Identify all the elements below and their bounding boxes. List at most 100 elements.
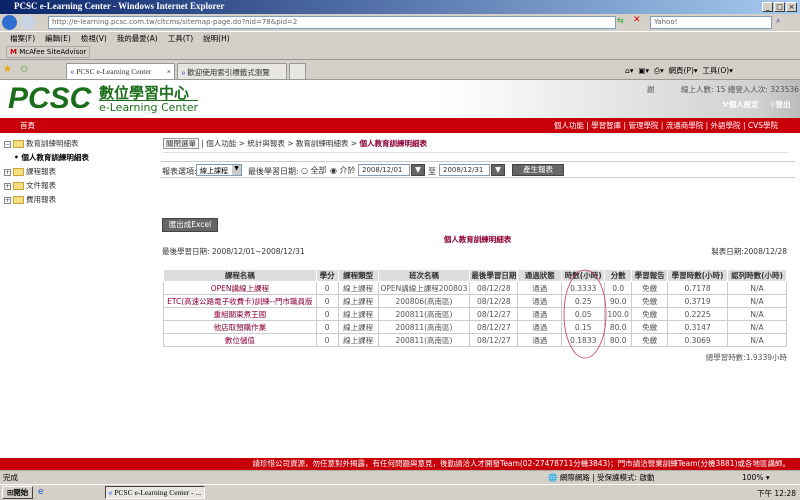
minimize-button[interactable]: _ [762,2,773,12]
search-icon[interactable]: ⌕ [776,16,780,26]
command-bar: ⌂▾ ▣▾ ⎙▾ 網頁(P)▾ 工具(O)▾ [625,66,733,75]
start-button[interactable]: ⊞開始 [2,486,34,499]
close-window-button[interactable]: × [786,2,797,12]
table-row: 數位儲值 0 線上課程 200811(高南區) 08/12/27 通過 0.1833 80.0… [163,333,787,347]
settings-link[interactable]: ⚒個人設定 [722,99,759,110]
menu-view[interactable]: 檢視(V) [81,34,107,43]
menu-tools[interactable]: 工具(T) [168,34,193,43]
course-name-link[interactable]: OPEN講線上課程 [163,281,317,295]
export-excel-button[interactable]: 匯出成Excel [162,218,218,232]
radio-between[interactable]: ◉ 介於 [330,165,356,176]
from-date-picker[interactable]: ▼ [411,164,425,176]
expand-icon[interactable]: + [4,168,11,176]
mcafee-button[interactable]: M McAfee SiteAdvisor [6,46,91,58]
forward-button[interactable] [20,15,35,30]
zoom-control[interactable]: 100% ▾ [742,471,770,485]
table-cell: 0 [315,294,339,308]
table-cell: 08/12/27 [469,307,519,321]
back-button[interactable] [2,15,17,30]
settings-label: 個人設定 [728,100,759,109]
to-date-picker[interactable]: ▼ [491,164,505,176]
add-favorite-icon[interactable]: ✩ [20,64,28,75]
column-header: 課程類型 [337,269,379,282]
tree-item-training[interactable]: − 教育訓練明細表 [4,138,79,149]
table-cell: 通過 [517,320,563,334]
tree-label: 課程報表 [26,167,56,176]
tree-item-personal-training[interactable]: • 個人教育訓練明細表 [14,152,89,163]
tab-label: PCSC e-Learning Center [76,67,152,76]
print-icon[interactable]: ⎙▾ [654,66,664,75]
favorites-star-icon[interactable]: ★ [3,64,12,75]
menu-file[interactable]: 檔案(F) [10,34,35,43]
nav-retail[interactable]: 流通商學院 [666,121,704,130]
status-bar: 完成 🌐 網際網路 | 受保護模式: 啟動 100% ▾ [0,470,800,484]
table-cell: 0.7178 [667,281,729,295]
tools-menu[interactable]: 工具(O) [702,66,729,75]
nav-knowledge[interactable]: 學習智庫 [591,121,621,130]
collapse-icon[interactable]: − [4,140,11,148]
logout-link[interactable]: ⚲登出 [770,99,791,110]
table-cell: 免繳 [631,294,669,308]
table-cell: N/A [727,333,787,347]
tab-welcome[interactable]: e 歡迎使用索引標籤式瀏覽 [177,63,287,80]
tree-item-expense[interactable]: + 費用報表 [4,194,56,205]
table-cell: 0 [315,307,339,321]
table-cell: 通過 [517,281,563,295]
window-title-bar: PCSC e-Learning Center - Windows Interne… [0,0,800,14]
footer-notice: 請珍惜公司資源，勿任意對外揭露，有任何問題與意見，後勤請洽人才開發Team(02… [0,458,800,470]
stop-icon[interactable]: ✕ [633,15,645,27]
column-header: 通過狀態 [517,269,563,282]
to-date-input[interactable]: 2008/12/31 [439,164,490,176]
table-cell: 200811(高南區) [377,320,471,334]
table-cell: 線上課程 [337,333,379,347]
table-cell: 通過 [517,307,563,321]
refresh-icon[interactable]: ⇆ [617,16,629,28]
course-name-link[interactable]: 他店取預購作業 [163,320,317,334]
course-name-link[interactable]: 重組關東煮王國 [163,307,317,321]
maximize-button[interactable]: □ [774,2,785,12]
expand-icon[interactable]: + [4,196,11,204]
from-date-input[interactable]: 2008/12/01 [358,164,410,176]
tree-label: 個人教育訓練明細表 [21,153,89,162]
address-input[interactable]: http://e-learning.pcsc.com.tw/cltcms/sit… [48,16,616,29]
table-cell: 200811(高南區) [377,307,471,321]
page-menu[interactable]: 網頁(P) [669,66,694,75]
table-row: 他店取預購作業 0 線上課程 200811(高南區) 08/12/27 通過 0.15 80.… [163,320,787,334]
expand-icon[interactable]: + [4,182,11,190]
table-cell: 免繳 [631,281,669,295]
filter-label: 報表選項: [162,167,197,176]
column-header: 學習報告 [631,269,669,282]
nav-personal[interactable]: 個人功能 [554,121,584,130]
course-name-link[interactable]: ETC(高速公路電子收費卡)訓練--門市職員版 [163,294,317,308]
close-tab-icon[interactable]: × [167,67,171,76]
mcafee-label: McAfee SiteAdvisor [19,48,87,56]
column-header: 學習時數(小時) [667,269,729,282]
main-nav: 首頁 個人功能 | 學習智庫 | 管理學院 | 流通商學院 | 外語學院 | C… [0,118,800,133]
tab-pcsc[interactable]: e PCSC e-Learning Center × [66,63,175,80]
feeds-icon[interactable]: ▣▾ [638,66,649,75]
menu-edit[interactable]: 編輯(E) [45,34,71,43]
home-icon[interactable]: ⌂▾ [625,66,634,75]
nav-management[interactable]: 管理學院 [628,121,658,130]
tree-item-document[interactable]: + 文件報表 [4,180,56,191]
ie-quicklaunch-icon[interactable]: e [38,487,44,497]
search-input[interactable]: Yahoo! [650,16,772,29]
status-text: 完成 [3,473,18,482]
report-type-select[interactable]: 線上課程 ▼ [196,164,242,176]
menu-favorites[interactable]: 我的最愛(A) [117,34,158,43]
course-name-link[interactable]: 數位儲值 [163,333,317,347]
table-cell: N/A [727,307,787,321]
tab-bar: ★ ✩ e PCSC e-Learning Center × e 歡迎使用索引標籤… [0,59,800,80]
table-cell: 免繳 [631,307,669,321]
menu-help[interactable]: 說明(H) [203,34,230,43]
nav-language[interactable]: 外語學院 [711,121,741,130]
nav-cvs[interactable]: CVS學院 [748,121,778,130]
radio-all[interactable]: ○ 全部 [301,165,327,176]
divider [163,152,788,153]
generate-report-button[interactable]: 產生報表 [512,164,564,176]
tree-item-course[interactable]: + 課程報表 [4,166,56,177]
nav-home[interactable]: 首頁 [20,118,35,133]
taskbar-ie-window[interactable]: e PCSC e-Learning Center - ... [105,486,205,499]
new-tab-button[interactable] [289,63,306,80]
close-menu-button[interactable]: 關閉選單 [163,138,199,149]
